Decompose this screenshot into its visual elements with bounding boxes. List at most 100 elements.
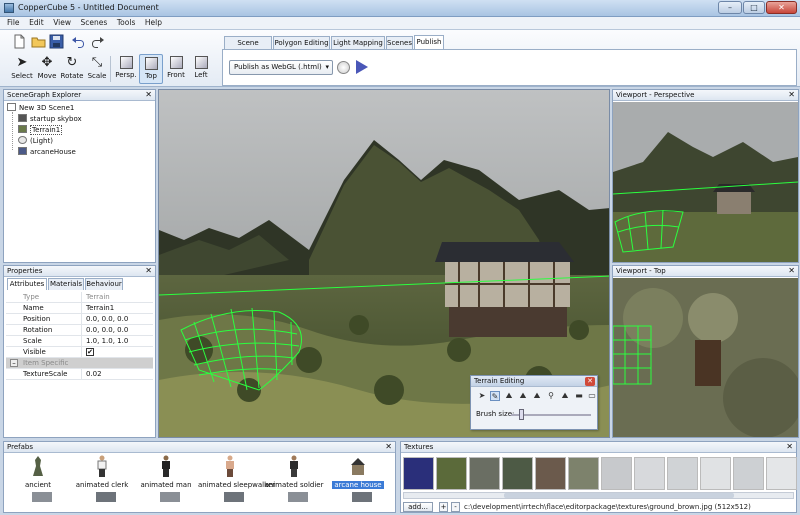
menu-view[interactable]: View bbox=[53, 17, 71, 29]
clear-brush-icon[interactable]: ▭ bbox=[587, 391, 597, 401]
plane-brush-icon[interactable]: ▬ bbox=[574, 391, 584, 401]
property-row-rotation[interactable]: Rotation 0.0, 0.0, 0.0 bbox=[6, 325, 153, 336]
tab-materials[interactable]: Materials bbox=[48, 278, 84, 290]
close-icon[interactable]: ✕ bbox=[786, 442, 793, 452]
property-row-visible[interactable]: Visible ✔ bbox=[6, 347, 153, 358]
close-icon[interactable]: ✕ bbox=[385, 442, 392, 452]
close-icon[interactable]: ✕ bbox=[145, 90, 152, 100]
prefab-row2-item[interactable] bbox=[352, 492, 372, 502]
tree-node-terrain[interactable]: Terrain1 bbox=[18, 125, 63, 135]
menu-edit[interactable]: Edit bbox=[29, 17, 44, 29]
paint-brush-icon[interactable]: ⚲ bbox=[546, 391, 556, 401]
view-left[interactable]: Left bbox=[189, 54, 213, 84]
collapse-icon[interactable]: – bbox=[10, 359, 18, 367]
scrollbar-thumb[interactable] bbox=[504, 493, 734, 498]
view-perspective[interactable]: Persp. bbox=[114, 54, 138, 84]
texture-thumbnail[interactable] bbox=[502, 457, 533, 490]
property-value[interactable]: Terrain1 bbox=[84, 303, 153, 313]
save-icon[interactable] bbox=[49, 34, 64, 49]
add-texture-button[interactable]: add... bbox=[403, 502, 433, 512]
prefab-animated-man[interactable]: animated man bbox=[134, 455, 198, 489]
move-tool[interactable]: ✥ Move bbox=[33, 55, 61, 85]
play-button[interactable] bbox=[356, 60, 368, 74]
undo-icon[interactable] bbox=[71, 34, 86, 49]
redo-icon[interactable] bbox=[90, 34, 105, 49]
close-icon[interactable]: ✕ bbox=[788, 266, 795, 276]
tree-node-root[interactable]: New 3D Scene1 bbox=[7, 103, 74, 113]
view-top[interactable]: Top bbox=[139, 54, 163, 84]
raise-brush-icon[interactable]: ✎ bbox=[490, 391, 500, 401]
close-button[interactable]: ✕ bbox=[766, 1, 797, 14]
property-section-item-specific[interactable]: Item Specific – bbox=[6, 358, 153, 369]
texture-thumbnail[interactable] bbox=[436, 457, 467, 490]
visible-checkbox[interactable]: ✔ bbox=[86, 348, 94, 356]
rotate-tool[interactable]: ↻ Rotate bbox=[58, 55, 86, 85]
perspective-viewport[interactable]: Viewport - Perspective ✕ bbox=[612, 89, 799, 263]
tab-publish[interactable]: Publish bbox=[414, 35, 444, 49]
prefab-animated-soldier[interactable]: animated soldier bbox=[262, 455, 326, 489]
zoom-out-button[interactable]: - bbox=[451, 502, 460, 512]
close-icon[interactable]: ✕ bbox=[788, 90, 795, 100]
texture-thumbnail[interactable] bbox=[766, 457, 797, 490]
texture-thumbnail[interactable] bbox=[601, 457, 632, 490]
select-tool[interactable]: ➤ Select bbox=[8, 55, 36, 85]
texture-thumbnail[interactable] bbox=[733, 457, 764, 490]
tab-attributes[interactable]: Attributes bbox=[7, 278, 47, 290]
menu-scenes[interactable]: Scenes bbox=[81, 17, 108, 29]
texture-thumbnail[interactable] bbox=[535, 457, 566, 490]
texture-thumbnail[interactable] bbox=[469, 457, 500, 490]
tab-scenes[interactable]: Scenes bbox=[386, 36, 413, 49]
tab-polygon-editing[interactable]: Polygon Editing bbox=[273, 36, 330, 49]
new-document-icon[interactable] bbox=[12, 34, 27, 49]
prefab-animated-clerk[interactable]: animated clerk bbox=[70, 455, 134, 489]
zoom-in-button[interactable]: + bbox=[439, 502, 448, 512]
view-front[interactable]: Front bbox=[164, 54, 188, 84]
minimize-button[interactable]: – bbox=[718, 1, 742, 14]
brush-size-thumb[interactable] bbox=[518, 409, 524, 420]
texture-thumbnail[interactable] bbox=[700, 457, 731, 490]
property-row-position[interactable]: Position 0.0, 0.0, 0.0 bbox=[6, 314, 153, 325]
top-viewport[interactable]: Viewport - Top ✕ bbox=[612, 265, 799, 438]
prefab-row2-item[interactable] bbox=[32, 492, 52, 502]
close-icon[interactable]: ✕ bbox=[145, 266, 152, 276]
property-row-texturescale[interactable]: TextureScale 0.02 bbox=[6, 369, 153, 380]
prefab-ancient[interactable]: ancient bbox=[6, 455, 70, 489]
prefab-animated-sleepwalker[interactable]: animated sleepwalker bbox=[198, 455, 275, 489]
tree-node-house[interactable]: arcaneHouse bbox=[18, 147, 76, 157]
menu-file[interactable]: File bbox=[7, 17, 20, 29]
maximize-button[interactable]: □ bbox=[743, 1, 765, 14]
texture-thumbnail[interactable] bbox=[667, 457, 698, 490]
tree-node-light[interactable]: (Light) bbox=[18, 136, 53, 146]
pointer-icon[interactable]: ➤ bbox=[477, 391, 487, 401]
prefab-arcane-house[interactable]: arcane house bbox=[326, 455, 390, 489]
property-value[interactable]: 0.02 bbox=[84, 369, 153, 379]
texture-thumbnail[interactable] bbox=[568, 457, 599, 490]
property-value[interactable]: 0.0, 0.0, 0.0 bbox=[84, 325, 153, 335]
textures-scrollbar[interactable] bbox=[403, 492, 794, 499]
texture-thumbnail[interactable] bbox=[634, 457, 665, 490]
menu-tools[interactable]: Tools bbox=[117, 17, 135, 29]
panel-header[interactable]: Terrain Editing bbox=[471, 376, 597, 387]
property-row-name[interactable]: Name Terrain1 bbox=[6, 303, 153, 314]
scale-tool[interactable]: ⤡ Scale bbox=[83, 55, 111, 85]
lower-brush-icon[interactable]: ⛰ bbox=[518, 391, 528, 401]
tab-light-mapping[interactable]: Light Mapping bbox=[331, 36, 385, 49]
publish-target-select[interactable]: Publish as WebGL (.html) ▾ bbox=[229, 60, 333, 75]
property-row-scale[interactable]: Scale 1.0, 1.0, 1.0 bbox=[6, 336, 153, 347]
prefab-row2-item[interactable] bbox=[96, 492, 116, 502]
prefab-row2-item[interactable] bbox=[160, 492, 180, 502]
smooth-brush-icon[interactable]: ⛰ bbox=[504, 391, 514, 401]
property-value[interactable]: 1.0, 1.0, 1.0 bbox=[84, 336, 153, 346]
flatten-brush-icon[interactable]: ⛰ bbox=[532, 391, 542, 401]
prefab-row2-item[interactable] bbox=[224, 492, 244, 502]
tab-scene-editing[interactable]: Scene Editing bbox=[224, 36, 272, 59]
tab-behaviour[interactable]: Behaviour bbox=[85, 278, 123, 290]
texture-brush-icon[interactable]: ⛰ bbox=[560, 391, 570, 401]
prefab-row2-item[interactable] bbox=[288, 492, 308, 502]
menu-help[interactable]: Help bbox=[145, 17, 162, 29]
tree-node-skybox[interactable]: startup skybox bbox=[18, 114, 82, 124]
property-value[interactable]: 0.0, 0.0, 0.0 bbox=[84, 314, 153, 324]
close-icon[interactable]: ✕ bbox=[585, 377, 595, 386]
open-folder-icon[interactable] bbox=[31, 34, 46, 49]
texture-thumbnail[interactable] bbox=[403, 457, 434, 490]
